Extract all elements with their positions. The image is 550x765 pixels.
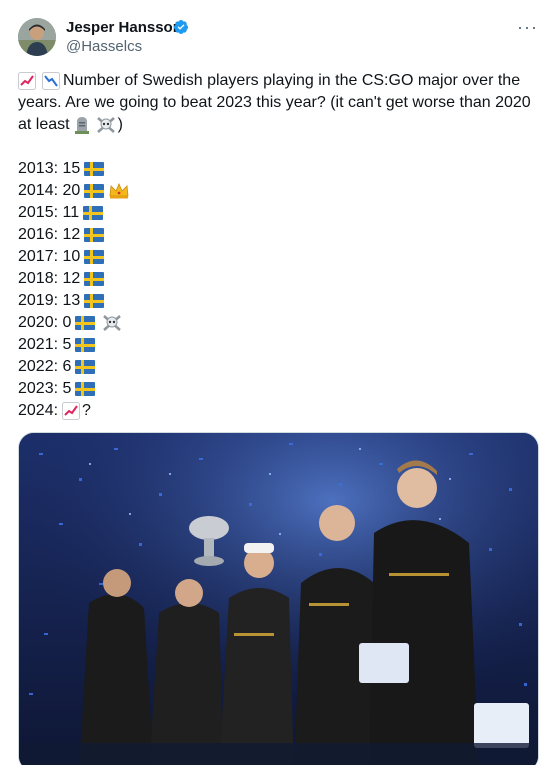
year-row-text: 2014: 20 — [18, 182, 81, 199]
sweden-flag-icon — [84, 184, 105, 198]
year-row-text: 2020: 0 — [18, 314, 72, 331]
avatar-photo — [18, 18, 56, 56]
author-handle[interactable]: @Hasselcs — [66, 38, 142, 55]
year-row-text: 2022: 6 — [18, 358, 72, 375]
sweden-flag-icon — [84, 272, 105, 286]
author-name[interactable]: Jesper Hansson — [66, 19, 182, 36]
year-row: 2022: 6 — [18, 356, 129, 378]
tweet-line-3-end: ) — [117, 116, 123, 133]
skull-crossbones-icon — [96, 117, 115, 133]
chart-increasing-icon — [62, 402, 81, 420]
year-row: 2020: 0 — [18, 312, 129, 334]
sweden-flag-icon — [84, 250, 105, 264]
year-row: 2015: 11 — [18, 202, 129, 224]
year-row-text: 2013: 15 — [18, 160, 81, 177]
tweet-text: Number of Swedish players playing in the… — [18, 70, 533, 136]
year-row: 2024: ? — [18, 400, 129, 422]
skull-crossbones-icon — [103, 315, 122, 331]
chart-decreasing-icon — [42, 72, 60, 90]
year-row-text: 2024: — [18, 402, 59, 419]
sweden-flag-icon — [84, 162, 105, 176]
celebration-photo — [19, 433, 538, 765]
year-row: 2018: 12 — [18, 268, 129, 290]
year-row: 2023: 5 — [18, 378, 129, 400]
year-row-text: 2017: 10 — [18, 248, 81, 265]
tweet: Jesper Hansson @Hasselcs ··· Number of S… — [0, 0, 550, 765]
year-row: 2019: 13 — [18, 290, 129, 312]
sweden-flag-icon — [75, 316, 96, 330]
sweden-flag-icon — [83, 206, 104, 220]
year-row-text: 2015: 11 — [18, 204, 80, 221]
year-row: 2013: 15 — [18, 158, 129, 180]
headstone-icon — [74, 117, 89, 134]
year-row: 2014: 20 — [18, 180, 129, 202]
more-options-button[interactable]: ··· — [517, 17, 538, 38]
year-row-text: 2018: 12 — [18, 270, 81, 287]
sweden-flag-icon — [84, 294, 105, 308]
sweden-flag-icon — [75, 382, 96, 396]
tweet-line-3: at least — [18, 116, 70, 133]
sweden-flag-icon — [75, 360, 96, 374]
year-row-text: 2019: 13 — [18, 292, 81, 309]
year-list: 2013: 15 2014: 20 2015: 11 2016: 12 2017… — [18, 158, 129, 422]
year-row: 2021: 5 — [18, 334, 129, 356]
year-row: 2016: 12 — [18, 224, 129, 246]
verified-badge-icon — [173, 20, 188, 34]
year-row-suffix: ? — [82, 402, 91, 419]
year-row-text: 2021: 5 — [18, 336, 72, 353]
sweden-flag-icon — [84, 228, 105, 242]
tweet-line-1: Number of Swedish players playing in the… — [63, 72, 521, 89]
tweet-line-2: years. Are we going to beat 2023 this ye… — [18, 94, 531, 111]
year-row: 2017: 10 — [18, 246, 129, 268]
tweet-photo[interactable] — [18, 432, 539, 765]
author-avatar[interactable] — [18, 18, 56, 56]
chart-increasing-icon — [18, 72, 36, 90]
year-row-text: 2023: 5 — [18, 380, 72, 397]
year-row-text: 2016: 12 — [18, 226, 81, 243]
sweden-flag-icon — [75, 338, 96, 352]
crown-icon — [109, 183, 129, 199]
